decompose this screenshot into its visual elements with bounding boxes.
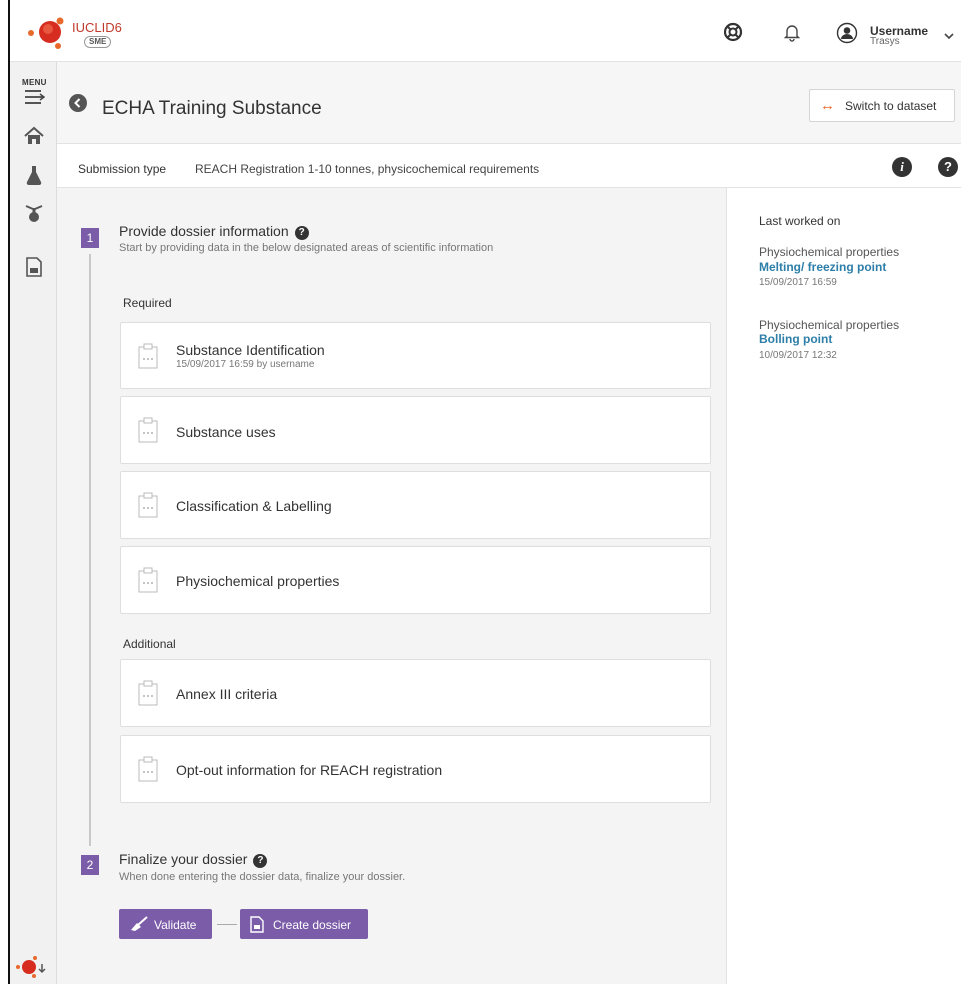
lifebuoy-icon[interactable] [723,22,743,42]
chevron-left-icon [74,98,81,108]
main-panel: 1 Provide dossier information? Start by … [57,188,727,984]
step-1-number: 1 [81,228,99,248]
card-substance-identification[interactable]: Substance Identification 15/09/2017 16:5… [120,322,711,389]
dossier-icon[interactable] [23,256,45,278]
card-physiochemical-properties[interactable]: Physiochemical properties [120,546,711,614]
info-icon[interactable]: i [892,157,912,177]
clipboard-icon [138,756,158,782]
card-title: Classification & Labelling [176,498,332,514]
user-menu[interactable]: Username Trasys [836,18,956,47]
card-annex-iii-criteria[interactable]: Annex III criteria [120,659,711,727]
clipboard-icon [138,680,158,706]
card-meta: 15/09/2017 16:59 by username [176,359,315,370]
step-2-subtitle: When done entering the dossier data, fin… [119,871,406,883]
submission-type-value: REACH Registration 1-10 tonnes, physicoc… [195,162,540,176]
last-worked-link[interactable]: Bolling point [759,332,832,346]
additional-label: Additional [123,637,176,651]
validate-label: Validate [154,918,197,932]
logo-sub: SME [84,36,112,48]
help-icon[interactable]: ? [938,157,958,177]
create-dossier-button[interactable]: Create dossier [240,909,368,939]
chevron-down-icon [944,33,954,40]
help-icon[interactable]: ? [294,226,309,240]
clipboard-icon [138,567,158,593]
step-1-title-text: Provide dossier information [119,223,289,239]
dossier-icon [250,916,264,933]
molecule-logo-icon [28,17,64,49]
broom-icon [131,916,148,931]
bell-icon[interactable] [782,22,802,42]
logo-text: IUCLID6 [72,20,122,35]
last-worked-category: Physiochemical properties [759,245,900,259]
last-worked-time: 15/09/2017 16:59 [759,277,837,288]
card-title: Substance Identification [176,342,325,358]
clipboard-icon [138,492,158,518]
sidebar: MENU [10,62,57,984]
clipboard-icon [138,417,158,443]
flask-icon[interactable] [23,164,45,186]
help-icon[interactable]: ? [253,854,268,868]
mixture-icon[interactable] [23,202,45,224]
card-classification-labelling[interactable]: Classification & Labelling [120,471,711,539]
menu-icon[interactable] [23,88,46,110]
submission-type-label: Submission type [78,162,167,176]
step-2-number: 2 [81,855,99,875]
card-title: Physiochemical properties [176,573,340,589]
back-button[interactable] [69,94,87,112]
card-title: Opt-out information for REACH registrati… [176,762,443,778]
switch-button-label: Switch to dataset [845,99,937,113]
validate-button[interactable]: Validate [119,909,212,939]
app-logo[interactable]: IUCLID6 SME [24,16,134,52]
user-org: Trasys [870,36,900,47]
last-worked-link[interactable]: Melting/ freezing point [759,260,886,274]
last-worked-panel: Last worked on Physiochemical properties… [728,188,961,984]
page-title: ECHA Training Substance [102,98,322,119]
user-avatar-icon [836,22,858,44]
step-2-title: Finalize your dossier? [119,851,268,868]
swap-arrows-icon: ↔ [820,97,835,114]
create-dossier-label: Create dossier [273,918,352,932]
switch-to-dataset-button[interactable]: ↔ Switch to dataset [809,89,955,122]
top-header: IUCLID6 SME Username Trasys [10,0,961,62]
step-1-title: Provide dossier information? [119,223,309,240]
card-title: Annex III criteria [176,686,278,702]
card-title: Substance uses [176,424,276,440]
required-label: Required [123,296,172,310]
submission-type-bar: Submission type REACH Registration 1-10 … [57,144,961,188]
step-2-title-text: Finalize your dossier [119,851,248,867]
button-connector [217,924,237,925]
bottom-logo-icon[interactable] [14,955,50,979]
card-opt-out-information[interactable]: Opt-out information for REACH registrati… [120,735,711,803]
clipboard-icon [138,343,158,369]
title-bar: ECHA Training Substance ↔ Switch to data… [57,62,961,144]
card-substance-uses[interactable]: Substance uses [120,396,711,464]
step-connector-line [89,254,91,846]
last-worked-time: 10/09/2017 12:32 [759,350,837,361]
last-worked-title: Last worked on [759,214,841,228]
menu-label: MENU [22,78,47,87]
step-1-subtitle: Start by providing data in the below des… [119,242,494,254]
home-icon[interactable] [23,126,45,148]
last-worked-category: Physiochemical properties [759,318,900,332]
